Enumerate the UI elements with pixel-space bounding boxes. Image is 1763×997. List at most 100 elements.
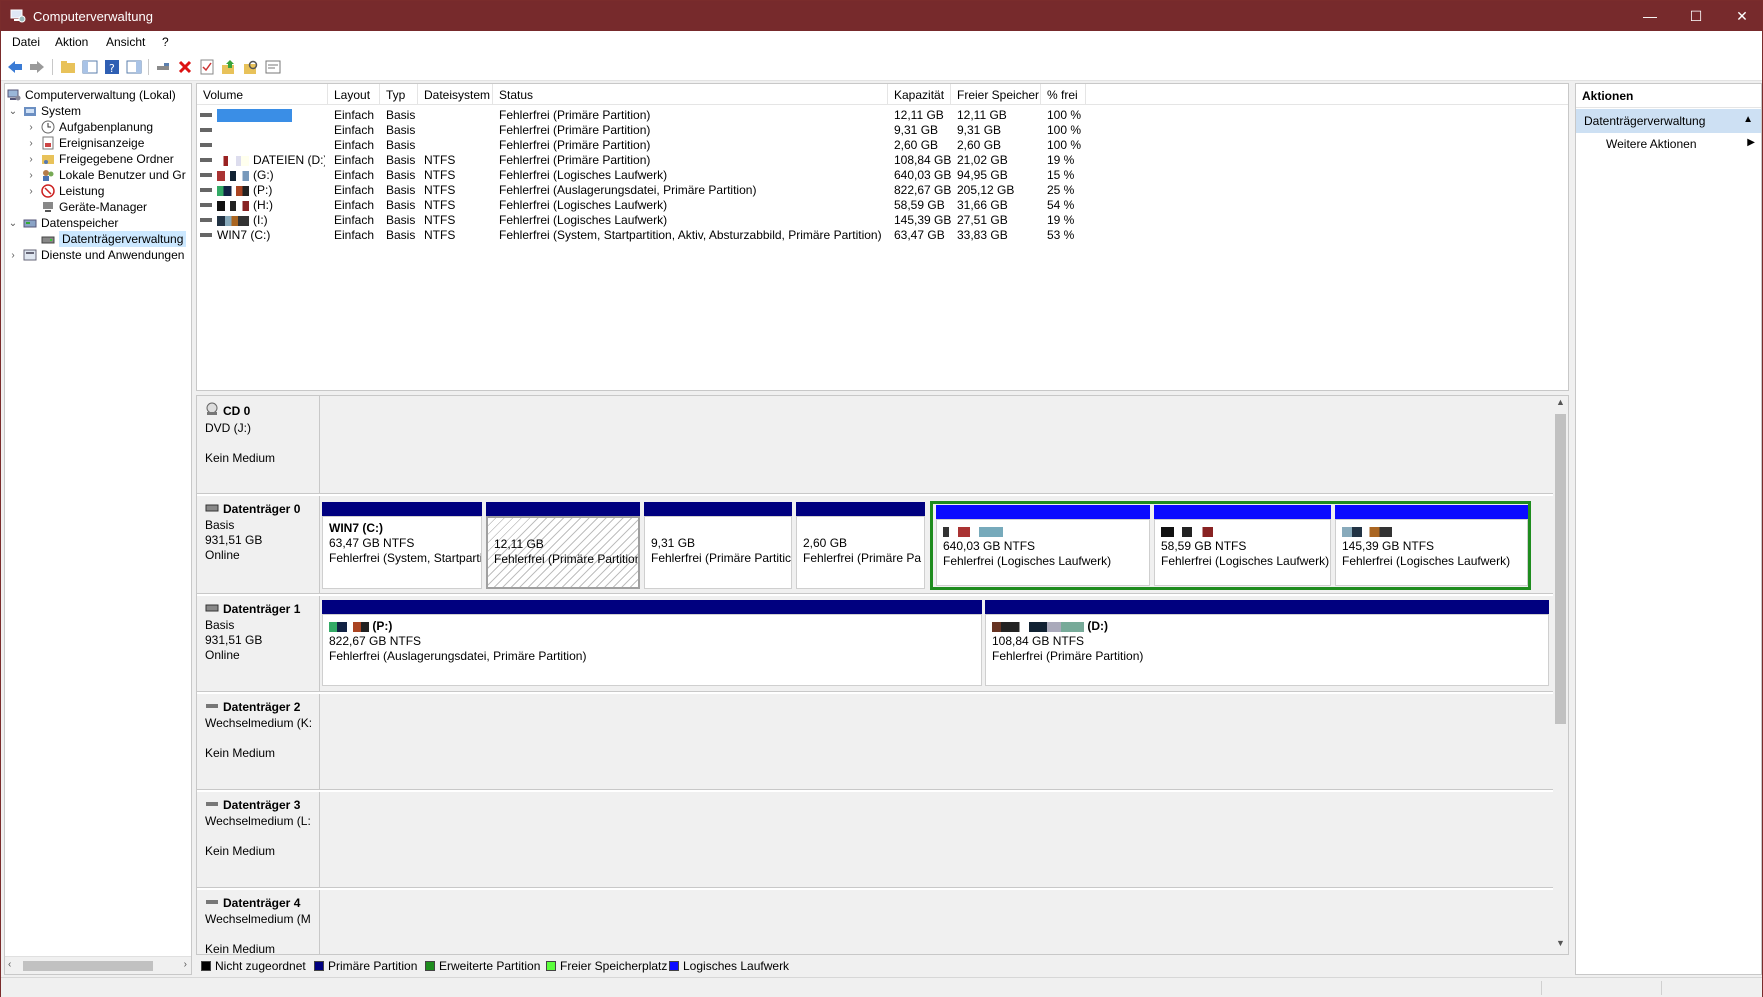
clock-icon xyxy=(41,120,55,134)
settings-icon[interactable] xyxy=(264,58,282,76)
column-volume[interactable]: Volume xyxy=(197,84,328,105)
chevron-down-icon[interactable]: ⌄ xyxy=(7,218,19,229)
computer-management-icon xyxy=(10,9,26,23)
column-typ[interactable]: Typ xyxy=(380,84,418,105)
hard-disk-icon xyxy=(205,502,219,516)
column-layout[interactable]: Layout xyxy=(328,84,380,105)
removable-disk-icon xyxy=(205,798,219,812)
cell-volume: (I:) xyxy=(217,213,325,227)
scrollbar-thumb[interactable] xyxy=(23,961,153,971)
export-icon[interactable] xyxy=(220,58,238,76)
connect-icon[interactable] xyxy=(154,58,172,76)
forward-icon[interactable] xyxy=(28,58,46,76)
tree-horizontal-scrollbar[interactable]: ‹ › xyxy=(5,956,191,974)
disk-label-1[interactable]: Datenträger 1 Basis 931,51 GB Online xyxy=(197,596,320,691)
column-status[interactable]: Status xyxy=(493,84,888,105)
close-button[interactable]: ✕ xyxy=(1719,1,1763,31)
partition-p[interactable]: (P:) 822,67 GB NTFS Fehlerfrei (Auslagerun… xyxy=(322,600,982,686)
actions-section-datentraegerverwaltung[interactable]: Datenträgerverwaltung ▲ xyxy=(1576,109,1761,133)
maximize-button[interactable]: ☐ xyxy=(1673,1,1719,31)
cell-volume: (H:) xyxy=(217,198,325,212)
menu-help[interactable]: ? xyxy=(162,35,169,49)
cell-volume: (G:) xyxy=(217,168,325,182)
scroll-down-icon[interactable]: ▼ xyxy=(1553,938,1568,953)
redacted-label xyxy=(217,155,249,166)
cell-volume: (P:) xyxy=(217,183,325,197)
search-icon[interactable] xyxy=(242,58,260,76)
cell-layout: Einfach xyxy=(334,198,375,212)
redacted-label xyxy=(217,200,249,211)
cell-typ: Basis xyxy=(386,228,416,242)
disk-label-3[interactable]: Datenträger 3 Wechselmedium (L: Kein Med… xyxy=(197,792,320,887)
column-kapazitaet[interactable]: Kapazität xyxy=(888,84,951,105)
event-viewer-icon xyxy=(41,136,55,150)
cell-typ: Basis xyxy=(386,183,416,197)
partition-12gb[interactable]: 12,11 GB Fehlerfrei (Primäre Partition xyxy=(486,502,640,589)
delete-icon[interactable] xyxy=(176,58,194,76)
legend-logical: Logisches Laufwerk xyxy=(669,959,789,973)
back-icon[interactable] xyxy=(6,58,24,76)
partition-i[interactable]: 145,39 GB NTFS Fehlerfrei (Logisches Lauf… xyxy=(1335,505,1528,586)
scroll-left-icon[interactable]: ‹ xyxy=(8,959,11,970)
menu-bar: Datei Aktion Ansicht ? xyxy=(1,31,1762,53)
actions-pane: Aktionen Datenträgerverwaltung ▲ Weitere… xyxy=(1575,83,1762,975)
disk-pane-vertical-scrollbar[interactable]: ▲ ▼ xyxy=(1553,396,1568,954)
partition-2gb[interactable]: 2,60 GB Fehlerfrei (Primäre Pa xyxy=(796,502,925,589)
chevron-right-icon[interactable]: › xyxy=(25,122,37,133)
minimize-button[interactable]: — xyxy=(1627,1,1673,31)
cell-layout: Einfach xyxy=(334,138,375,152)
chevron-down-icon[interactable]: ⌄ xyxy=(7,106,19,117)
collapse-up-icon[interactable]: ▲ xyxy=(1743,114,1753,125)
scroll-right-icon[interactable]: › xyxy=(184,959,187,970)
partition-c[interactable]: WIN7 (C:) 63,47 GB NTFS Fehlerfrei (System… xyxy=(322,502,482,589)
chevron-right-icon[interactable]: › xyxy=(25,154,37,165)
column-freier-speicher[interactable]: Freier Speicher xyxy=(951,84,1041,105)
chevron-right-icon[interactable]: › xyxy=(7,250,19,261)
redacted-label xyxy=(1161,526,1213,537)
partition-bar xyxy=(796,502,925,516)
cell-status: Fehlerfrei (Logisches Laufwerk) xyxy=(499,168,668,182)
cell-layout: Einfach xyxy=(334,108,375,122)
legend-swatch xyxy=(425,961,435,971)
cell-layout: Einfach xyxy=(334,183,375,197)
chevron-right-icon[interactable]: › xyxy=(25,186,37,197)
svg-text:?: ? xyxy=(109,62,115,75)
cell-fs: NTFS xyxy=(424,228,456,242)
partition-9gb[interactable]: 9,31 GB Fehlerfrei (Primäre Partitic xyxy=(644,502,792,589)
submenu-arrow-icon[interactable]: ▶ xyxy=(1747,137,1755,148)
disk-body-2 xyxy=(320,694,1555,789)
menu-aktion[interactable]: Aktion xyxy=(55,35,88,49)
column-dateisystem[interactable]: Dateisystem xyxy=(418,84,493,105)
chevron-right-icon[interactable]: › xyxy=(25,138,37,149)
up-folder-icon[interactable] xyxy=(59,58,77,76)
check-icon[interactable] xyxy=(198,58,216,76)
action-weitere-aktionen[interactable]: Weitere Aktionen xyxy=(1606,137,1697,151)
volume-row[interactable]: WIN7 (C:) Einfach Basis NTFS Fehlerfrei (Sys… xyxy=(197,226,1568,243)
disk-body-0: WIN7 (C:) 63,47 GB NTFS Fehlerfrei (System… xyxy=(320,496,1555,593)
cell-free: 27,51 GB xyxy=(957,213,1008,227)
cell-free: 205,12 GB xyxy=(957,183,1015,197)
cell-pct: 100 % xyxy=(1047,138,1082,152)
disk-label-0[interactable]: Datenträger 0 Basis 931,51 GB Online xyxy=(197,496,320,593)
scroll-up-icon[interactable]: ▲ xyxy=(1553,397,1568,412)
disk-label-cd0[interactable]: CD 0 DVD (J:) Kein Medium xyxy=(197,396,320,493)
chevron-right-icon[interactable]: › xyxy=(25,170,37,181)
disk-label-2[interactable]: Datenträger 2 Wechselmedium (K: Kein Med… xyxy=(197,694,320,789)
legend-swatch xyxy=(201,961,211,971)
help-icon[interactable]: ? xyxy=(103,58,121,76)
cell-layout: Einfach xyxy=(334,123,375,137)
tree-item-dienste[interactable]: › Dienste und Anwendungen xyxy=(7,246,184,264)
partition-d[interactable]: (D:) 108,84 GB NTFS Fehlerfrei (Primäre Pa… xyxy=(985,600,1549,686)
column-prozent-frei[interactable]: % frei xyxy=(1041,84,1086,105)
scrollbar-thumb[interactable] xyxy=(1555,414,1566,724)
partition-h[interactable]: 58,59 GB NTFS Fehlerfrei (Logisches Laufw… xyxy=(1154,505,1331,586)
redacted-label xyxy=(943,526,1003,537)
cell-fs: NTFS xyxy=(424,168,456,182)
properties-pane-icon[interactable] xyxy=(125,58,143,76)
menu-datei[interactable]: Datei xyxy=(12,35,40,49)
removable-disk-icon xyxy=(205,896,219,910)
disk-label-4[interactable]: Datenträger 4 Wechselmedium (M Kein Medi… xyxy=(197,890,320,954)
menu-ansicht[interactable]: Ansicht xyxy=(106,35,145,49)
show-hide-tree-icon[interactable] xyxy=(81,58,99,76)
partition-g[interactable]: 640,03 GB NTFS Fehlerfrei (Logisches Lauf… xyxy=(936,505,1150,586)
